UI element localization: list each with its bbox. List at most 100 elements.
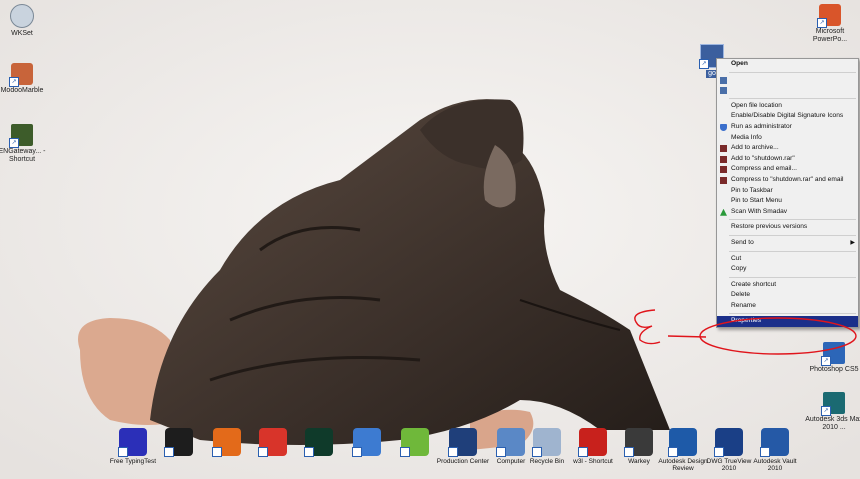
- desktop-icon-label: ModooMarble: [0, 87, 44, 94]
- app-icon: [532, 428, 561, 457]
- shortcut-arrow-icon: [304, 447, 314, 457]
- bottom-icon-14[interactable]: Autodesk Vault 2010: [748, 428, 802, 472]
- menu-item-label: Create shortcut: [731, 280, 777, 288]
- photoshop-icon: ↗: [821, 342, 845, 366]
- menu-separator: [729, 234, 856, 236]
- shortcut-arrow-icon: [448, 447, 458, 457]
- menu-item-media-info[interactable]: Media Info: [717, 133, 858, 144]
- app-icon: [448, 428, 477, 457]
- app-icon: [760, 428, 789, 457]
- shortcut-arrow-icon: [258, 447, 268, 457]
- desktop-icon-powerpoint[interactable]: ↗ Microsoft PowerPo...: [800, 4, 860, 44]
- menu-item-label: Pin to Start Menu: [731, 197, 782, 205]
- menu-item-restore-previous-versions[interactable]: Restore previous versions: [717, 222, 858, 233]
- desktop-icon-3dsmax[interactable]: ↗ Autodesk 3ds Max 2010 ...: [804, 392, 860, 432]
- game-icon: ↗: [9, 124, 33, 148]
- menu-item-create-shortcut[interactable]: Create shortcut: [717, 280, 858, 291]
- app-icon: [714, 428, 743, 457]
- menu-item-label: Add to archive...: [731, 144, 779, 152]
- desktop-icon-engateway[interactable]: ↗ ENGateway... - Shortcut: [0, 124, 52, 164]
- bottom-icon-1[interactable]: [152, 428, 206, 458]
- powerpoint-icon: ↗: [817, 4, 841, 28]
- menu-item-label: Scan With Smadav: [731, 207, 788, 215]
- menu-item-blank[interactable]: [717, 75, 858, 86]
- menu-item-pin-to-taskbar[interactable]: Pin to Taskbar: [717, 186, 858, 197]
- desktop-icon-label: WKSet: [11, 30, 33, 37]
- menu-item-label: Send to: [731, 238, 754, 246]
- bottom-icon-4[interactable]: [292, 428, 346, 458]
- menu-item-compress-and-email[interactable]: Compress and email...: [717, 164, 858, 175]
- app-icon: [352, 428, 381, 457]
- menu-item-open[interactable]: Open: [717, 59, 858, 70]
- shortcut-arrow-icon: [760, 447, 770, 457]
- menu-item-label: Run as administrator: [731, 122, 792, 130]
- menu-item-delete[interactable]: Delete: [717, 290, 858, 301]
- shortcut-arrow-icon: [118, 447, 128, 457]
- winrar-icon: [720, 166, 727, 174]
- shortcut-arrow-icon: [720, 87, 727, 95]
- gear-icon: [10, 4, 34, 28]
- desktop-icon-label: Autodesk 3ds Max 2010 ...: [805, 416, 860, 431]
- menu-item-label: Cut: [731, 254, 742, 262]
- desktop-icon-photoshop[interactable]: ↗ Photoshop CS5: [804, 342, 860, 374]
- app-icon: [668, 428, 697, 457]
- menu-item-properties[interactable]: Properties: [717, 316, 858, 328]
- bottom-icon-7[interactable]: Production Center: [436, 428, 490, 465]
- shortcut-arrow-icon: [668, 447, 678, 457]
- menu-item-label: Copy: [731, 265, 747, 273]
- menu-item-compress-to-shutdown-rar-and-email[interactable]: Compress to "shutdown.rar" and email: [717, 175, 858, 186]
- menu-item-add-to-archive[interactable]: Add to archive...: [717, 143, 858, 154]
- bottom-icon-label: Free TypingTest: [109, 458, 157, 465]
- app-icon: [164, 428, 193, 457]
- desktop-icon-wkset[interactable]: WKSet: [0, 4, 52, 38]
- uac-shield-icon: [720, 123, 727, 131]
- menu-item-enable-disable-digital-signature-icons[interactable]: Enable/Disable Digital Signature Icons: [717, 111, 858, 122]
- menu-item-blank[interactable]: [717, 85, 858, 96]
- menu-item-label: Enable/Disable Digital Signature Icons: [731, 112, 844, 120]
- menu-item-scan-with-smadav[interactable]: Scan With Smadav: [717, 207, 858, 218]
- menu-item-send-to[interactable]: Send to ▶: [717, 238, 858, 249]
- shortcut-arrow-icon: [624, 447, 634, 457]
- menu-item-label: Delete: [731, 291, 751, 299]
- menu-item-label: Rename: [731, 301, 756, 309]
- menu-item-rename[interactable]: Rename: [717, 301, 858, 312]
- bottom-icon-label: Autodesk Vault 2010: [753, 458, 797, 472]
- menu-separator: [729, 97, 856, 99]
- desktop-icon-modoomarble[interactable]: ↗ ModooMarble: [0, 63, 52, 95]
- menu-item-copy[interactable]: Copy: [717, 264, 858, 275]
- menu-item-pin-to-start-menu[interactable]: Pin to Start Menu: [717, 196, 858, 207]
- submenu-arrow-icon: ▶: [850, 239, 855, 246]
- bottom-icon-label: Production Center: [436, 458, 490, 465]
- shortcut-arrow-icon: [400, 447, 410, 457]
- menu-separator: [729, 276, 856, 278]
- menu-separator: [729, 250, 856, 252]
- menu-item-cut[interactable]: Cut: [717, 254, 858, 265]
- menu-item-run-as-administrator[interactable]: Run as administrator: [717, 122, 858, 133]
- shortcut-arrow-icon: [496, 447, 506, 457]
- shortcut-arrow-icon: [578, 447, 588, 457]
- app-icon: [258, 428, 287, 457]
- menu-item-label: Compress and email...: [731, 165, 797, 173]
- menu-item-label: Add to "shutdown.rar": [731, 154, 795, 162]
- menu-item-label: Pin to Taskbar: [731, 186, 773, 194]
- desktop-icon-label: Microsoft PowerPo...: [812, 28, 848, 43]
- shortcut-arrow-icon: [714, 447, 724, 457]
- menu-separator: [729, 71, 856, 73]
- menu-item-open-file-location[interactable]: Open file location: [717, 101, 858, 112]
- winrar-icon: [720, 155, 727, 163]
- app-icon: [578, 428, 607, 457]
- app-icon: [400, 428, 429, 457]
- shortcut-arrow-icon: [532, 447, 542, 457]
- shortcut-arrow-icon: [352, 447, 362, 457]
- menu-item-label: Restore previous versions: [731, 223, 808, 231]
- app-icon: [304, 428, 333, 457]
- menu-item-add-to-shutdown-rar[interactable]: Add to "shutdown.rar": [717, 154, 858, 165]
- shortcut-arrow-icon: [212, 447, 222, 457]
- bottom-icon-5[interactable]: [340, 428, 394, 458]
- menu-item-label: Compress to "shutdown.rar" and email: [731, 175, 844, 183]
- bottom-icon-6[interactable]: [388, 428, 442, 458]
- winrar-icon: [720, 145, 727, 153]
- smadav-icon: [720, 208, 727, 216]
- character-icon: ↗: [9, 63, 33, 87]
- shortcut-arrow-icon: [164, 447, 174, 457]
